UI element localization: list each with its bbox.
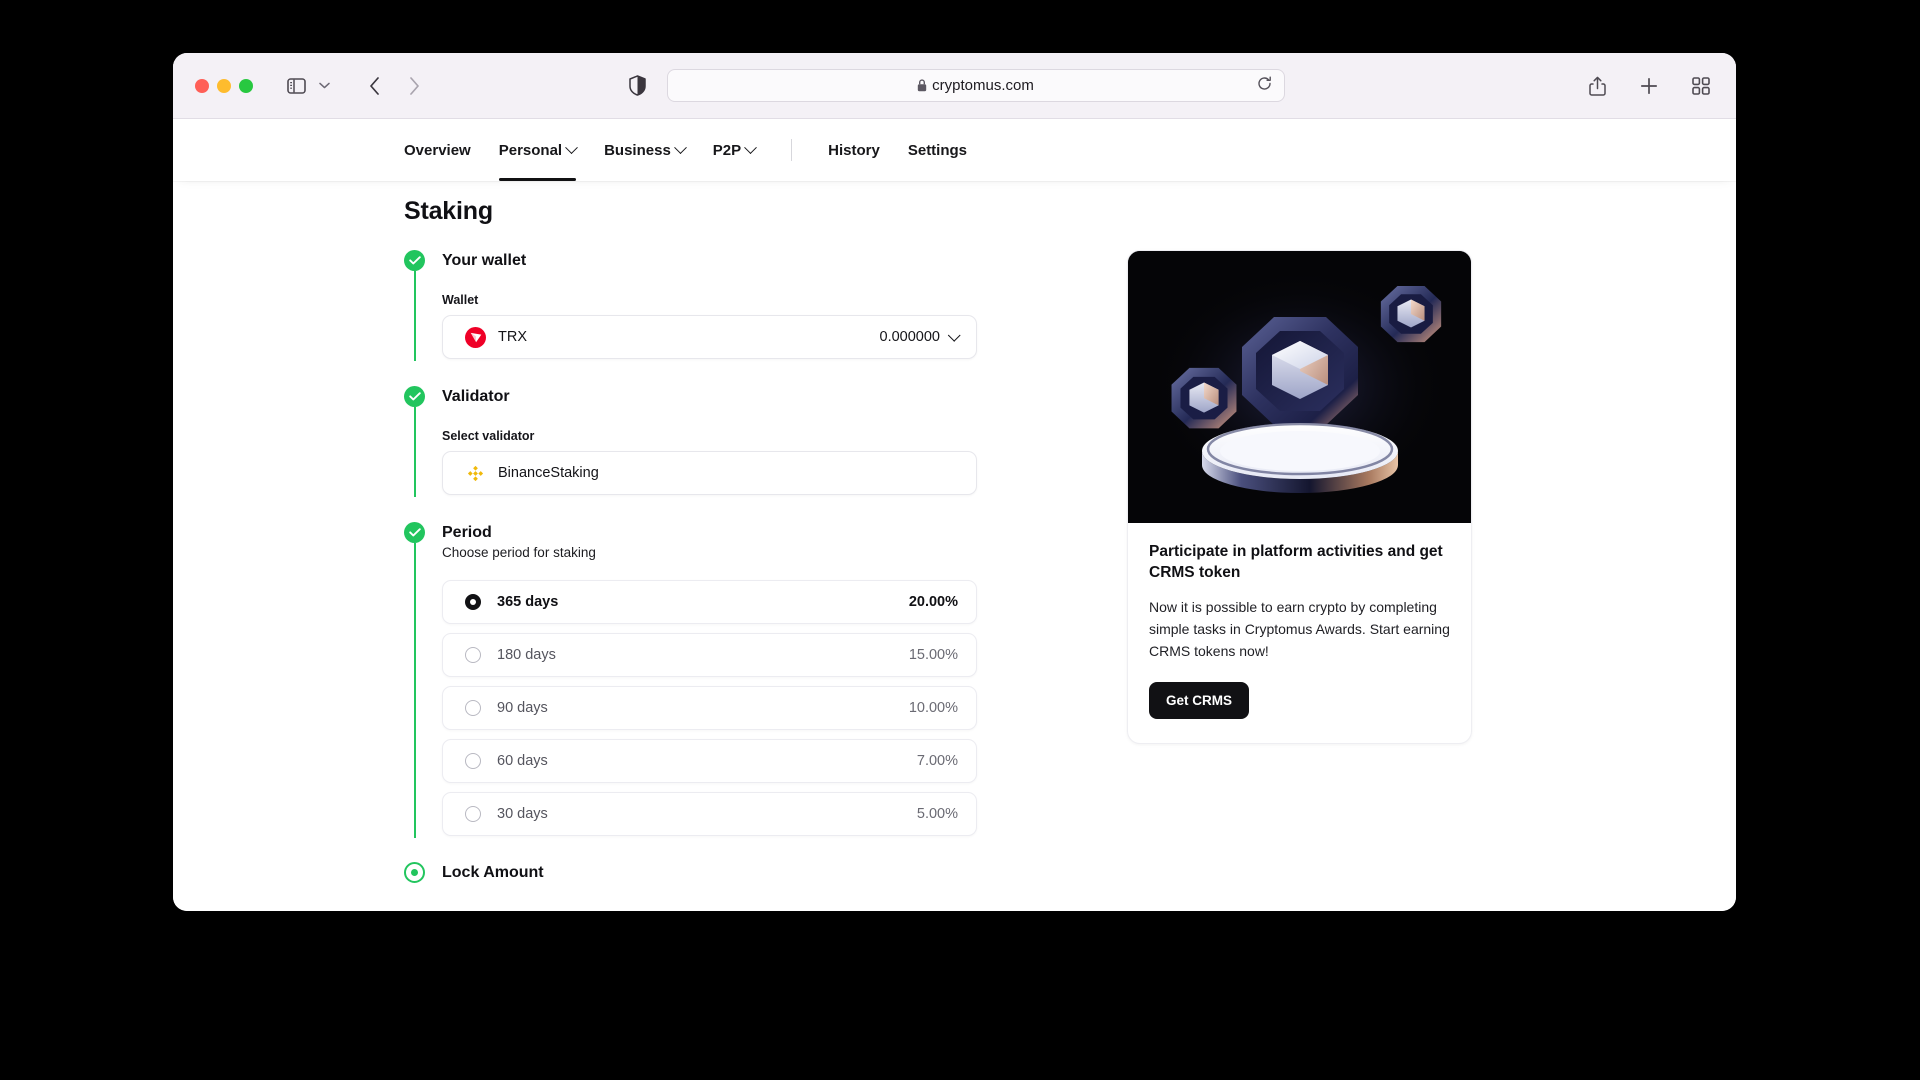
step-period: Period Choose period for staking 365 day… [404,522,1024,838]
step-connector-line [414,543,416,838]
validator-name: BinanceStaking [498,465,599,481]
minimize-window-button[interactable] [217,78,231,93]
chevron-down-icon [673,140,687,154]
period-label: 60 days [497,753,548,769]
radio-icon[interactable] [465,753,481,769]
wallet-coin-label: TRX [498,329,527,345]
step-your-wallet: Your wallet Wallet TRX 0.000000 [404,250,1024,361]
site-navigation: Overview Personal Business P2P History S… [173,119,1736,181]
step-title: Period [442,524,492,541]
nav-item-p2p[interactable]: P2P [699,119,769,181]
address-bar-area: cryptomus.com [625,69,1285,102]
maximize-window-button[interactable] [239,78,253,93]
chevron-down-icon [565,140,578,154]
address-bar[interactable]: cryptomus.com [666,69,1285,102]
nav-label: Personal [498,141,563,159]
period-option-60[interactable]: 60 days 7.00% [442,739,977,783]
step-complete-check-icon [404,386,425,407]
navigation-arrows [361,73,427,99]
step-connector-line [414,407,416,497]
browser-window: cryptomus.com Overview Personal Business… [173,53,1736,911]
get-crms-button[interactable]: Get CRMS [1149,682,1250,720]
radio-icon[interactable] [465,594,481,610]
step-connector-line [414,271,416,361]
period-option-30[interactable]: 30 days 5.00% [442,792,977,836]
period-rate: 7.00% [916,753,958,769]
close-window-button[interactable] [195,78,209,93]
nav-item-business[interactable]: Business [590,119,699,181]
period-option-365[interactable]: 365 days 20.00% [442,580,977,624]
toolbar-right-actions [1584,73,1714,99]
nav-item-personal[interactable]: Personal [485,119,590,181]
forward-arrow-icon[interactable] [401,73,427,99]
shield-privacy-icon[interactable] [625,73,651,99]
validator-select[interactable]: BinanceStaking [442,451,977,495]
page-content: Staking Your wallet Wallet TRX 0.000000 … [173,181,1736,911]
radio-icon[interactable] [465,700,481,716]
nav-label: Overview [404,141,471,159]
period-label: 180 days [497,647,556,663]
nav-divider [791,139,793,161]
sidebar-controls [283,73,337,99]
chevron-down-icon [947,328,961,342]
promo-title: Participate in platform activities and g… [1149,543,1443,581]
promo-sidebar: Participate in platform activities and g… [1127,250,1472,745]
step-validator: Validator Select validator BinanceStakin… [404,386,1024,497]
wallet-select[interactable]: TRX 0.000000 [442,315,977,359]
period-option-180[interactable]: 180 days 15.00% [442,633,977,677]
radio-icon[interactable] [465,647,481,663]
nav-item-settings[interactable]: Settings [894,119,981,181]
step-title: Validator [442,388,510,405]
period-label: 30 days [497,806,548,822]
period-subtitle: Choose period for staking [442,545,596,560]
validator-field-label: Select validator [442,429,535,443]
step-complete-check-icon [404,250,425,271]
crms-token-3d-illustration [1128,251,1471,523]
step-title: Your wallet [442,252,527,269]
step-complete-check-icon [404,522,425,543]
nav-item-history[interactable]: History [814,119,894,181]
back-arrow-icon[interactable] [361,73,387,99]
page-title: Staking [404,197,493,225]
period-rate: 5.00% [916,806,958,822]
period-options-list: 365 days 20.00% 180 days 15.00% 90 days [442,580,1024,836]
sidebar-toggle-icon[interactable] [283,73,309,99]
reload-icon[interactable] [1257,76,1272,96]
step-current-icon [404,862,425,883]
radio-icon[interactable] [465,806,481,822]
sidebar-dropdown-icon[interactable] [311,73,337,99]
period-label: 90 days [497,700,548,716]
lock-icon [917,79,927,92]
period-option-90[interactable]: 90 days 10.00% [442,686,977,730]
url-label: cryptomus.com [932,77,1034,94]
period-rate: 15.00% [908,647,958,663]
period-rate: 20.00% [908,594,958,610]
step-lock-amount: Lock Amount [404,862,1024,883]
step-title: Lock Amount [442,864,544,881]
promo-card: Participate in platform activities and g… [1127,250,1472,745]
promo-description: Now it is possible to earn crypto by com… [1149,599,1450,659]
nav-item-overview[interactable]: Overview [404,119,485,181]
tron-trx-icon [465,326,486,348]
url-text-group: cryptomus.com [917,77,1034,94]
plus-icon[interactable] [1636,73,1662,99]
nav-label: History [828,141,880,159]
browser-toolbar: cryptomus.com [173,53,1736,119]
binance-icon [465,463,486,484]
period-rate: 10.00% [908,700,958,716]
period-label: 365 days [497,594,559,610]
wallet-balance: 0.000000 [879,329,940,345]
nav-label: Settings [907,141,968,159]
tab-grid-icon[interactable] [1688,73,1714,99]
wallet-field-label: Wallet [442,293,479,307]
staking-form: Your wallet Wallet TRX 0.000000 Validato… [404,250,1024,883]
nav-label: Business [604,141,671,159]
chevron-down-icon [744,140,758,154]
nav-label: P2P [712,141,742,159]
share-icon[interactable] [1584,73,1610,99]
window-controls [195,78,253,93]
